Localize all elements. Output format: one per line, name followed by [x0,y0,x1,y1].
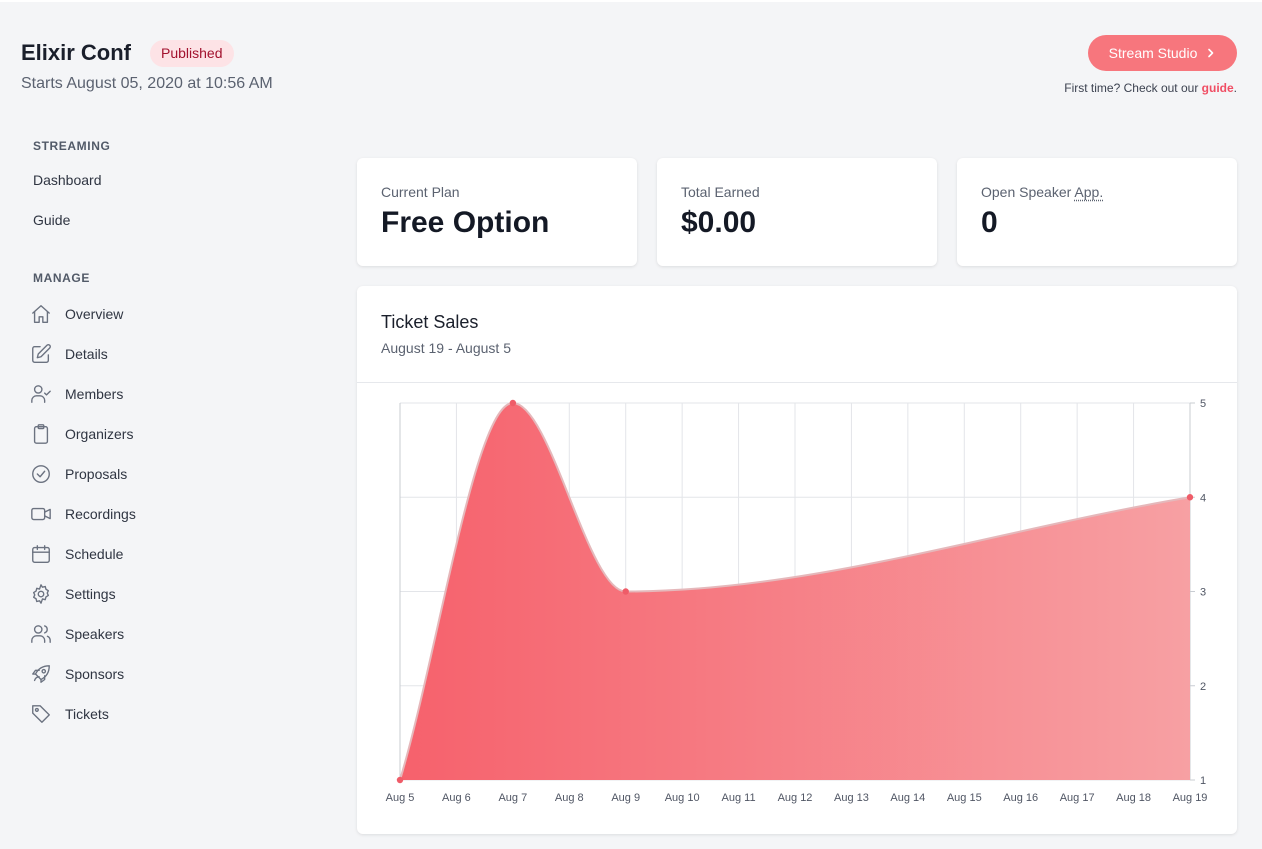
chevron-right-icon [1208,48,1214,58]
sidebar-item-schedule[interactable]: Schedule [30,542,123,566]
sidebar-item-label: Members [65,386,124,402]
x-tick-label: Aug 10 [665,792,700,804]
x-tick-label: Aug 17 [1060,792,1095,804]
total-earned-card: Total Earned $0.00 [657,158,937,266]
data-point [509,399,517,407]
current-plan-label: Current Plan [381,184,460,200]
total-earned-label: Total Earned [681,184,760,200]
sidebar-item-label: Overview [65,306,124,322]
first-time-suffix: . [1233,81,1237,95]
sidebar-item-label: Speakers [65,626,125,642]
clipboard-icon [30,423,52,445]
sidebar-item-label: Details [65,346,108,362]
total-earned-value: $0.00 [681,206,757,239]
gear-icon [30,583,52,605]
manage-section-label: MANAGE [33,271,90,285]
x-tick-label: Aug 19 [1173,792,1208,804]
video-icon [30,503,52,525]
x-tick-label: Aug 7 [498,792,527,804]
home-icon [30,303,52,325]
first-time-hint: First time? Check out our guide. [1064,81,1237,95]
x-tick-label: Aug 5 [386,792,415,804]
top-edge [0,0,1262,2]
sidebar-item-overview[interactable]: Overview [30,302,123,326]
event-title: Elixir Conf [21,40,132,65]
data-point [1186,494,1194,501]
sidebar-item-tickets[interactable]: Tickets [30,702,109,726]
sidebar-item-label: Organizers [65,426,134,442]
guide-link[interactable]: guide [1202,81,1234,95]
sidebar-item-proposals[interactable]: Proposals [30,462,127,486]
sidebar-item-members[interactable]: Members [30,382,123,406]
ticket-sales-card: Ticket Sales August 19 - August 5 Aug 5A… [357,286,1237,834]
sidebar-item-organizers[interactable]: Organizers [30,422,133,446]
ticket-sales-chart: Aug 5 Aug 6 Aug 7 Aug 8 Aug 9 Aug 10 Aug 11 Aug… [386,398,1208,804]
sidebar-item-label: Sponsors [65,666,125,682]
sidebar-item-label: Proposals [65,466,128,482]
sidebar-item-settings[interactable]: Settings [30,582,116,606]
stream-studio-button[interactable]: Stream Studio [1088,35,1237,71]
y-tick-label: 1 [1200,775,1206,787]
y-tick-label: 2 [1200,681,1206,693]
x-tick-label: Aug 12 [778,792,813,804]
open-speaker-apps-value: 0 [981,206,998,239]
sidebar-item-speakers[interactable]: Speakers [30,622,124,646]
open-speaker-apps-card: Open Speaker App. 0 [957,158,1237,266]
x-tick-label: Aug 6 [442,792,471,804]
x-tick-label: Aug 15 [947,792,982,804]
first-time-text: First time? Check out our [1064,81,1202,95]
status-badge: Published [150,40,234,67]
x-tick-label: Aug 14 [890,792,925,804]
check-circle-icon [30,463,52,485]
edit-icon [30,343,52,365]
sidebar-item-sponsors[interactable]: Sponsors [30,662,124,686]
streaming-section-label: STREAMING [33,139,111,153]
sidebar-item-recordings[interactable]: Recordings [30,502,136,526]
x-tick-label: Aug 11 [722,792,756,804]
open-speaker-label-text: Open Speaker [981,184,1075,200]
current-plan-value: Free Option [381,206,550,239]
x-tick-label: Aug 13 [834,792,869,804]
open-speaker-apps-label: Open Speaker App. [981,184,1103,200]
y-tick-label: 5 [1200,398,1206,410]
sidebar-item-label: Tickets [65,706,109,722]
rocket-icon [30,663,52,685]
x-tick-label: Aug 16 [1003,792,1038,804]
data-point [396,776,404,784]
current-plan-card: Current Plan Free Option [357,158,637,266]
tag-icon [30,703,52,725]
users-icon [30,623,52,645]
x-tick-label: Aug 18 [1116,792,1151,804]
applications-abbr: App. [1074,184,1104,200]
user-check-icon [30,383,52,405]
x-tick-label: Aug 9 [611,792,640,804]
sidebar-item-label: Recordings [65,506,136,522]
y-tick-label: 4 [1200,492,1206,504]
y-tick-label: 3 [1200,587,1206,599]
sidebar-item-dashboard[interactable]: Dashboard [33,172,102,188]
stream-studio-label: Stream Studio [1108,45,1198,61]
sidebar-item-guide[interactable]: Guide [33,212,70,228]
calendar-icon [30,543,52,565]
sidebar-item-label: Settings [65,586,116,602]
event-start-time: Starts August 05, 2020 at 10:56 AM [21,75,273,92]
data-point [622,588,629,595]
sidebar-item-label: Schedule [65,546,124,562]
x-tick-label: Aug 8 [555,792,584,804]
sidebar-item-details[interactable]: Details [30,342,108,366]
